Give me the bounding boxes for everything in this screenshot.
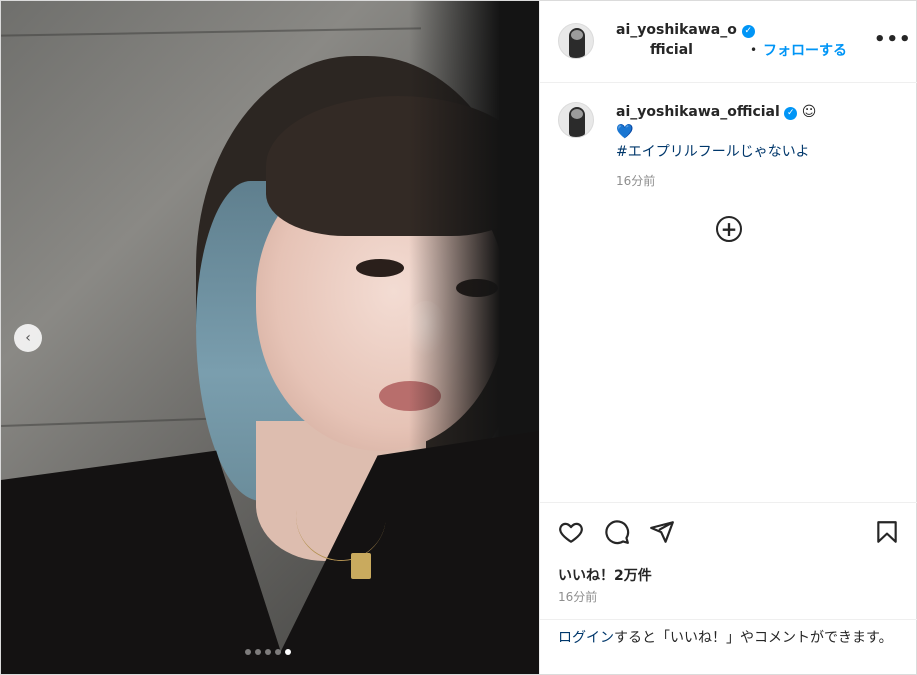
heart-icon[interactable]	[558, 519, 584, 545]
bookmark-icon[interactable]	[874, 519, 900, 545]
login-prompt-rest: すると「いいね！」やコメントができます。	[614, 630, 893, 646]
avatar-face	[571, 30, 583, 40]
comment-icon[interactable]	[604, 519, 630, 545]
post-actions: いいね！2万件 16分前	[540, 502, 917, 620]
carousel-prev-button[interactable]: ‹	[14, 324, 42, 352]
caption-time: 16分前	[616, 174, 656, 188]
header-username[interactable]: ai_yoshikawa_o ✓	[616, 21, 755, 39]
login-prompt-text: ログインすると「いいね！」やコメントができます。	[558, 628, 903, 649]
avatar-face	[571, 109, 583, 119]
wall-seam	[1, 416, 231, 428]
carousel-dot	[265, 649, 271, 655]
post-sidebar: ai_yoshikawa_o ✓ fficial • フォローする ••• ai…	[539, 1, 917, 674]
carousel-dot	[275, 649, 281, 655]
login-link[interactable]: ログイン	[558, 630, 614, 646]
hashtag-link[interactable]: #エイプリルフールじゃないよ	[616, 144, 809, 160]
chevron-left-icon: ‹	[25, 330, 31, 346]
post-header: ai_yoshikawa_o ✓ fficial • フォローする •••	[540, 1, 917, 83]
caption-hashtag-line: #エイプリルフールじゃないよ	[616, 142, 809, 162]
carousel-dots	[245, 649, 291, 655]
verified-badge-icon: ✓	[784, 107, 798, 120]
caption-header: ai_yoshikawa_official ✓ ☺	[616, 102, 816, 122]
follow-button[interactable]: フォローする	[763, 40, 847, 60]
photo-eye-left	[356, 259, 404, 277]
verified-badge-icon: ✓	[741, 25, 755, 38]
load-more-comments-icon[interactable]: +	[716, 216, 742, 242]
carousel-dot	[255, 649, 261, 655]
wall-seam	[1, 27, 421, 37]
header-username-line1[interactable]: ai_yoshikawa_o	[616, 22, 737, 38]
login-prompt: ログインすると「いいね！」やコメントができます。	[540, 619, 917, 674]
avatar[interactable]	[558, 23, 594, 59]
caption-heart: 💙	[616, 124, 634, 140]
share-icon[interactable]	[649, 519, 675, 545]
more-options-icon[interactable]: •••	[874, 29, 912, 50]
likes-count[interactable]: いいね！2万件	[558, 565, 652, 585]
carousel-dot	[245, 649, 251, 655]
header-username-line2[interactable]: fficial	[650, 41, 693, 59]
separator-dot: •	[750, 43, 758, 57]
post-photo[interactable]: ‹	[1, 1, 539, 674]
carousel-dot-active	[285, 649, 291, 655]
caption-username[interactable]: ai_yoshikawa_official	[616, 104, 780, 120]
caption-emoji: ☺	[801, 104, 817, 120]
caption-area: ai_yoshikawa_official ✓ ☺ 💙 #エイプリルフールじゃな…	[540, 84, 917, 502]
caption-avatar[interactable]	[558, 102, 594, 138]
photo-pendant	[351, 553, 371, 579]
post-timestamp[interactable]: 16分前	[558, 588, 597, 605]
